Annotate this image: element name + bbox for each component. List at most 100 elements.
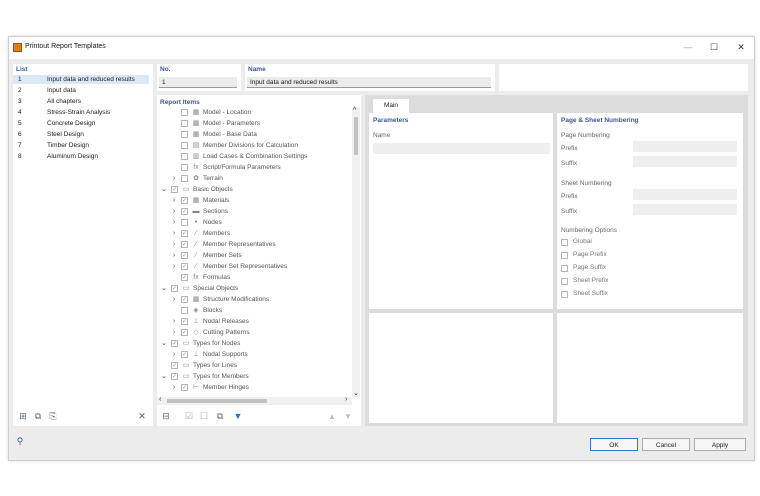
apply-button[interactable]: Apply (694, 438, 746, 451)
report-item-row[interactable]: › ✓ ▦ Materials (157, 195, 352, 206)
scroll-left-icon[interactable]: ‹ (159, 396, 161, 403)
minimize-button[interactable]: — (679, 40, 697, 54)
cancel-button[interactable]: Cancel (642, 438, 690, 451)
close-button[interactable]: ✕ (732, 40, 750, 54)
expand-icon[interactable]: › (170, 195, 178, 206)
collapse-icon[interactable]: ⌄ (160, 371, 168, 382)
numbering-option[interactable]: Page Prefix (561, 250, 731, 261)
numbering-option[interactable]: Sheet Suffix (561, 289, 731, 300)
select-all-icon[interactable]: ⊟ (161, 411, 171, 421)
horizontal-scrollbar[interactable]: ‹ › (157, 396, 352, 405)
report-item-row[interactable]: ▥ Load Cases & Combination Settings (157, 151, 352, 162)
filter-icon[interactable]: ▼ (233, 411, 243, 421)
report-item-row[interactable]: › ✓ ▬ Sections (157, 206, 352, 217)
report-item-checkbox[interactable]: ✓ (181, 230, 188, 237)
report-item-checkbox[interactable] (181, 109, 188, 116)
numbering-option-checkbox[interactable] (561, 239, 568, 246)
report-item-checkbox[interactable] (181, 120, 188, 127)
import-template-icon[interactable]: ⎘ (48, 411, 58, 421)
new-template-icon[interactable]: ⊞ (18, 411, 28, 421)
sheet-prefix-field[interactable] (633, 189, 737, 200)
help-icon[interactable]: ⚲ (15, 436, 25, 446)
template-list-item[interactable]: 6 Steel Design (13, 130, 149, 139)
move-up-icon[interactable]: ▴ (327, 411, 337, 421)
copy-icon[interactable]: ⧉ (215, 411, 225, 421)
numbering-option[interactable]: Global (561, 237, 731, 248)
numbering-option[interactable]: Sheet Prefix (561, 276, 731, 287)
collapse-icon[interactable]: ⌄ (160, 338, 168, 349)
numbering-option-checkbox[interactable] (561, 265, 568, 272)
report-item-checkbox[interactable]: ✓ (181, 197, 188, 204)
report-item-row[interactable]: fx Script/Formula Parameters (157, 162, 352, 173)
report-item-row[interactable]: › ✓ ∕ Members (157, 228, 352, 239)
report-item-checkbox[interactable] (181, 153, 188, 160)
expand-icon[interactable]: › (170, 294, 178, 305)
page-prefix-field[interactable] (633, 141, 737, 152)
expand-icon[interactable]: › (170, 349, 178, 360)
expand-icon[interactable]: › (170, 250, 178, 261)
report-item-row[interactable]: › ✓ ∕ Member Sets (157, 250, 352, 261)
report-item-checkbox[interactable]: ✓ (181, 263, 188, 270)
expand-icon[interactable]: › (170, 239, 178, 250)
no-field[interactable]: 1 (159, 77, 237, 88)
numbering-option-checkbox[interactable] (561, 252, 568, 259)
delete-icon[interactable]: ✕ (137, 411, 147, 421)
report-item-checkbox[interactable]: ✓ (181, 329, 188, 336)
report-item-checkbox[interactable]: ✓ (181, 351, 188, 358)
template-list-item[interactable]: 8 Aluminum Design (13, 152, 149, 161)
copy-template-icon[interactable]: ⧉ (33, 411, 43, 421)
numbering-option-checkbox[interactable] (561, 278, 568, 285)
page-suffix-field[interactable] (633, 156, 737, 167)
report-item-row[interactable]: ▤ Member Divisions for Calculation (157, 140, 352, 151)
template-list-item[interactable]: 5 Concrete Design (13, 119, 149, 128)
expand-icon[interactable]: › (170, 217, 178, 228)
report-item-checkbox[interactable]: ✓ (181, 252, 188, 259)
report-item-checkbox[interactable]: ✓ (181, 318, 188, 325)
report-item-row[interactable]: › ✓ ⊥ Nodal Supports (157, 349, 352, 360)
move-down-icon[interactable]: ▾ (343, 411, 353, 421)
vertical-scroll-thumb[interactable] (354, 117, 358, 155)
report-item-row[interactable]: ◈ Blocks (157, 305, 352, 316)
report-item-checkbox[interactable]: ✓ (181, 384, 188, 391)
report-item-checkbox[interactable] (181, 219, 188, 226)
expand-icon[interactable]: › (170, 206, 178, 217)
report-item-checkbox[interactable]: ✓ (181, 274, 188, 281)
report-item-row[interactable]: ⌄ ✓ ▭ Types for Members (157, 371, 352, 382)
report-item-row[interactable]: ⌄ ✓ ▭ Special Objects (157, 283, 352, 294)
report-item-row[interactable]: ⌄ ✓ ▭ Basic Objects (157, 184, 352, 195)
template-list-item[interactable]: 1 Input data and reduced results (13, 75, 149, 84)
sheet-suffix-field[interactable] (633, 204, 737, 215)
template-list-item[interactable]: 2 Input data (13, 86, 149, 95)
report-item-row[interactable]: › ✓ ∕ Member Representatives (157, 239, 352, 250)
template-list-item[interactable]: 7 Timber Design (13, 141, 149, 150)
report-item-checkbox[interactable]: ✓ (171, 373, 178, 380)
expand-icon[interactable]: › (170, 261, 178, 272)
report-item-row[interactable]: › ✓ ⊢ Member Hinges (157, 382, 352, 393)
collapse-icon[interactable]: ⌄ (160, 184, 168, 195)
vertical-scrollbar[interactable]: ^ ⌄ (352, 107, 360, 397)
horizontal-scroll-thumb[interactable] (167, 399, 267, 403)
tab-main[interactable]: Main (373, 99, 409, 113)
expand-icon[interactable]: › (170, 327, 178, 338)
expand-icon[interactable]: › (170, 316, 178, 327)
scroll-down-icon[interactable]: ⌄ (353, 389, 359, 397)
scroll-right-icon[interactable]: › (345, 396, 347, 403)
collapse-icon[interactable]: ⌄ (160, 283, 168, 294)
report-item-checkbox[interactable] (181, 131, 188, 138)
report-item-row[interactable]: ▦ Model - Parameters (157, 118, 352, 129)
report-item-row[interactable]: › ✓ ◇ Cutting Patterns (157, 327, 352, 338)
report-item-row[interactable]: ▦ Model - Base Data (157, 129, 352, 140)
expand-icon[interactable]: › (170, 382, 178, 393)
numbering-option[interactable]: Page Suffix (561, 263, 731, 274)
report-item-row[interactable]: › ✓ ∕ Member Set Representatives (157, 261, 352, 272)
report-item-checkbox[interactable]: ✓ (181, 296, 188, 303)
numbering-option-checkbox[interactable] (561, 291, 568, 298)
report-item-checkbox[interactable] (181, 164, 188, 171)
report-item-row[interactable]: › ✿ Terrain (157, 173, 352, 184)
report-item-checkbox[interactable]: ✓ (171, 186, 178, 193)
expand-icon[interactable]: › (170, 173, 178, 184)
report-item-checkbox[interactable]: ✓ (181, 208, 188, 215)
uncheck-all-icon[interactable]: ☐ (199, 411, 209, 421)
report-item-row[interactable]: ⌄ ✓ ▭ Types for Nodes (157, 338, 352, 349)
parameter-name-field[interactable] (373, 143, 550, 154)
